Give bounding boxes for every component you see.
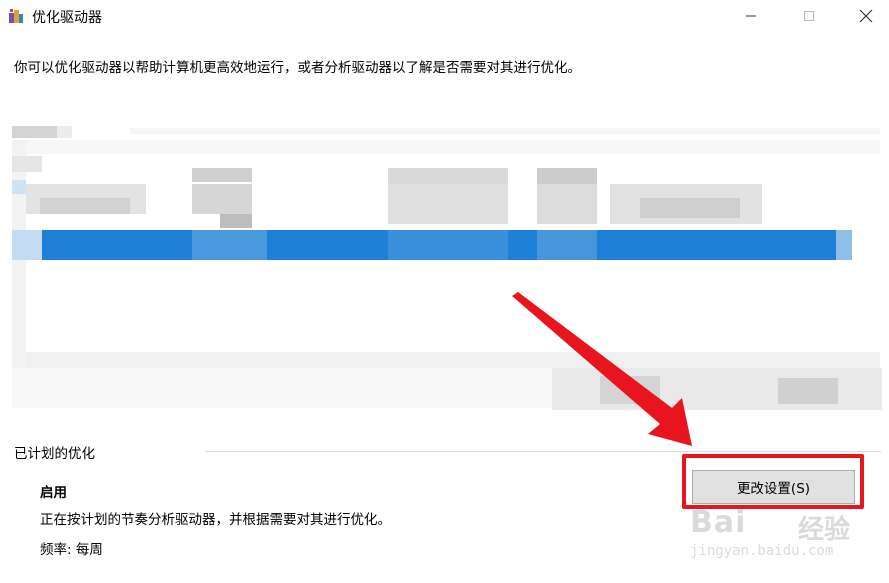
defrag-app-icon: [8, 8, 24, 24]
description-text: 你可以优化驱动器以帮助计算机更高效地运行，或者分析驱动器以了解是否需要对其进行优…: [14, 60, 581, 76]
close-icon: [859, 9, 873, 23]
section-divider: [205, 451, 881, 452]
scheduled-optimization-title: 已计划的优化: [14, 446, 95, 462]
watermark-brand: Bai: [690, 505, 747, 540]
close-button[interactable]: [843, 0, 889, 32]
schedule-status-description: 正在按计划的节奏分析驱动器，并根据需要对其进行优化。: [40, 512, 391, 528]
maximize-button[interactable]: [786, 0, 832, 32]
title-bar: 优化驱动器: [0, 0, 889, 34]
schedule-frequency: 频率: 每周: [40, 542, 103, 558]
watermark-brand-cn: 经验: [798, 515, 851, 545]
window-title: 优化驱动器: [32, 10, 102, 26]
minimize-icon: [746, 15, 756, 17]
baidu-watermark: Bai 经验 jingyan.baidu.com: [690, 503, 880, 567]
drive-list-redacted[interactable]: [0, 118, 889, 418]
schedule-status: 启用: [40, 485, 67, 501]
watermark-url: jingyan.baidu.com: [690, 543, 834, 559]
annotation-highlight-box: [682, 454, 864, 509]
maximize-icon: [804, 11, 814, 21]
minimize-button[interactable]: [728, 0, 774, 32]
